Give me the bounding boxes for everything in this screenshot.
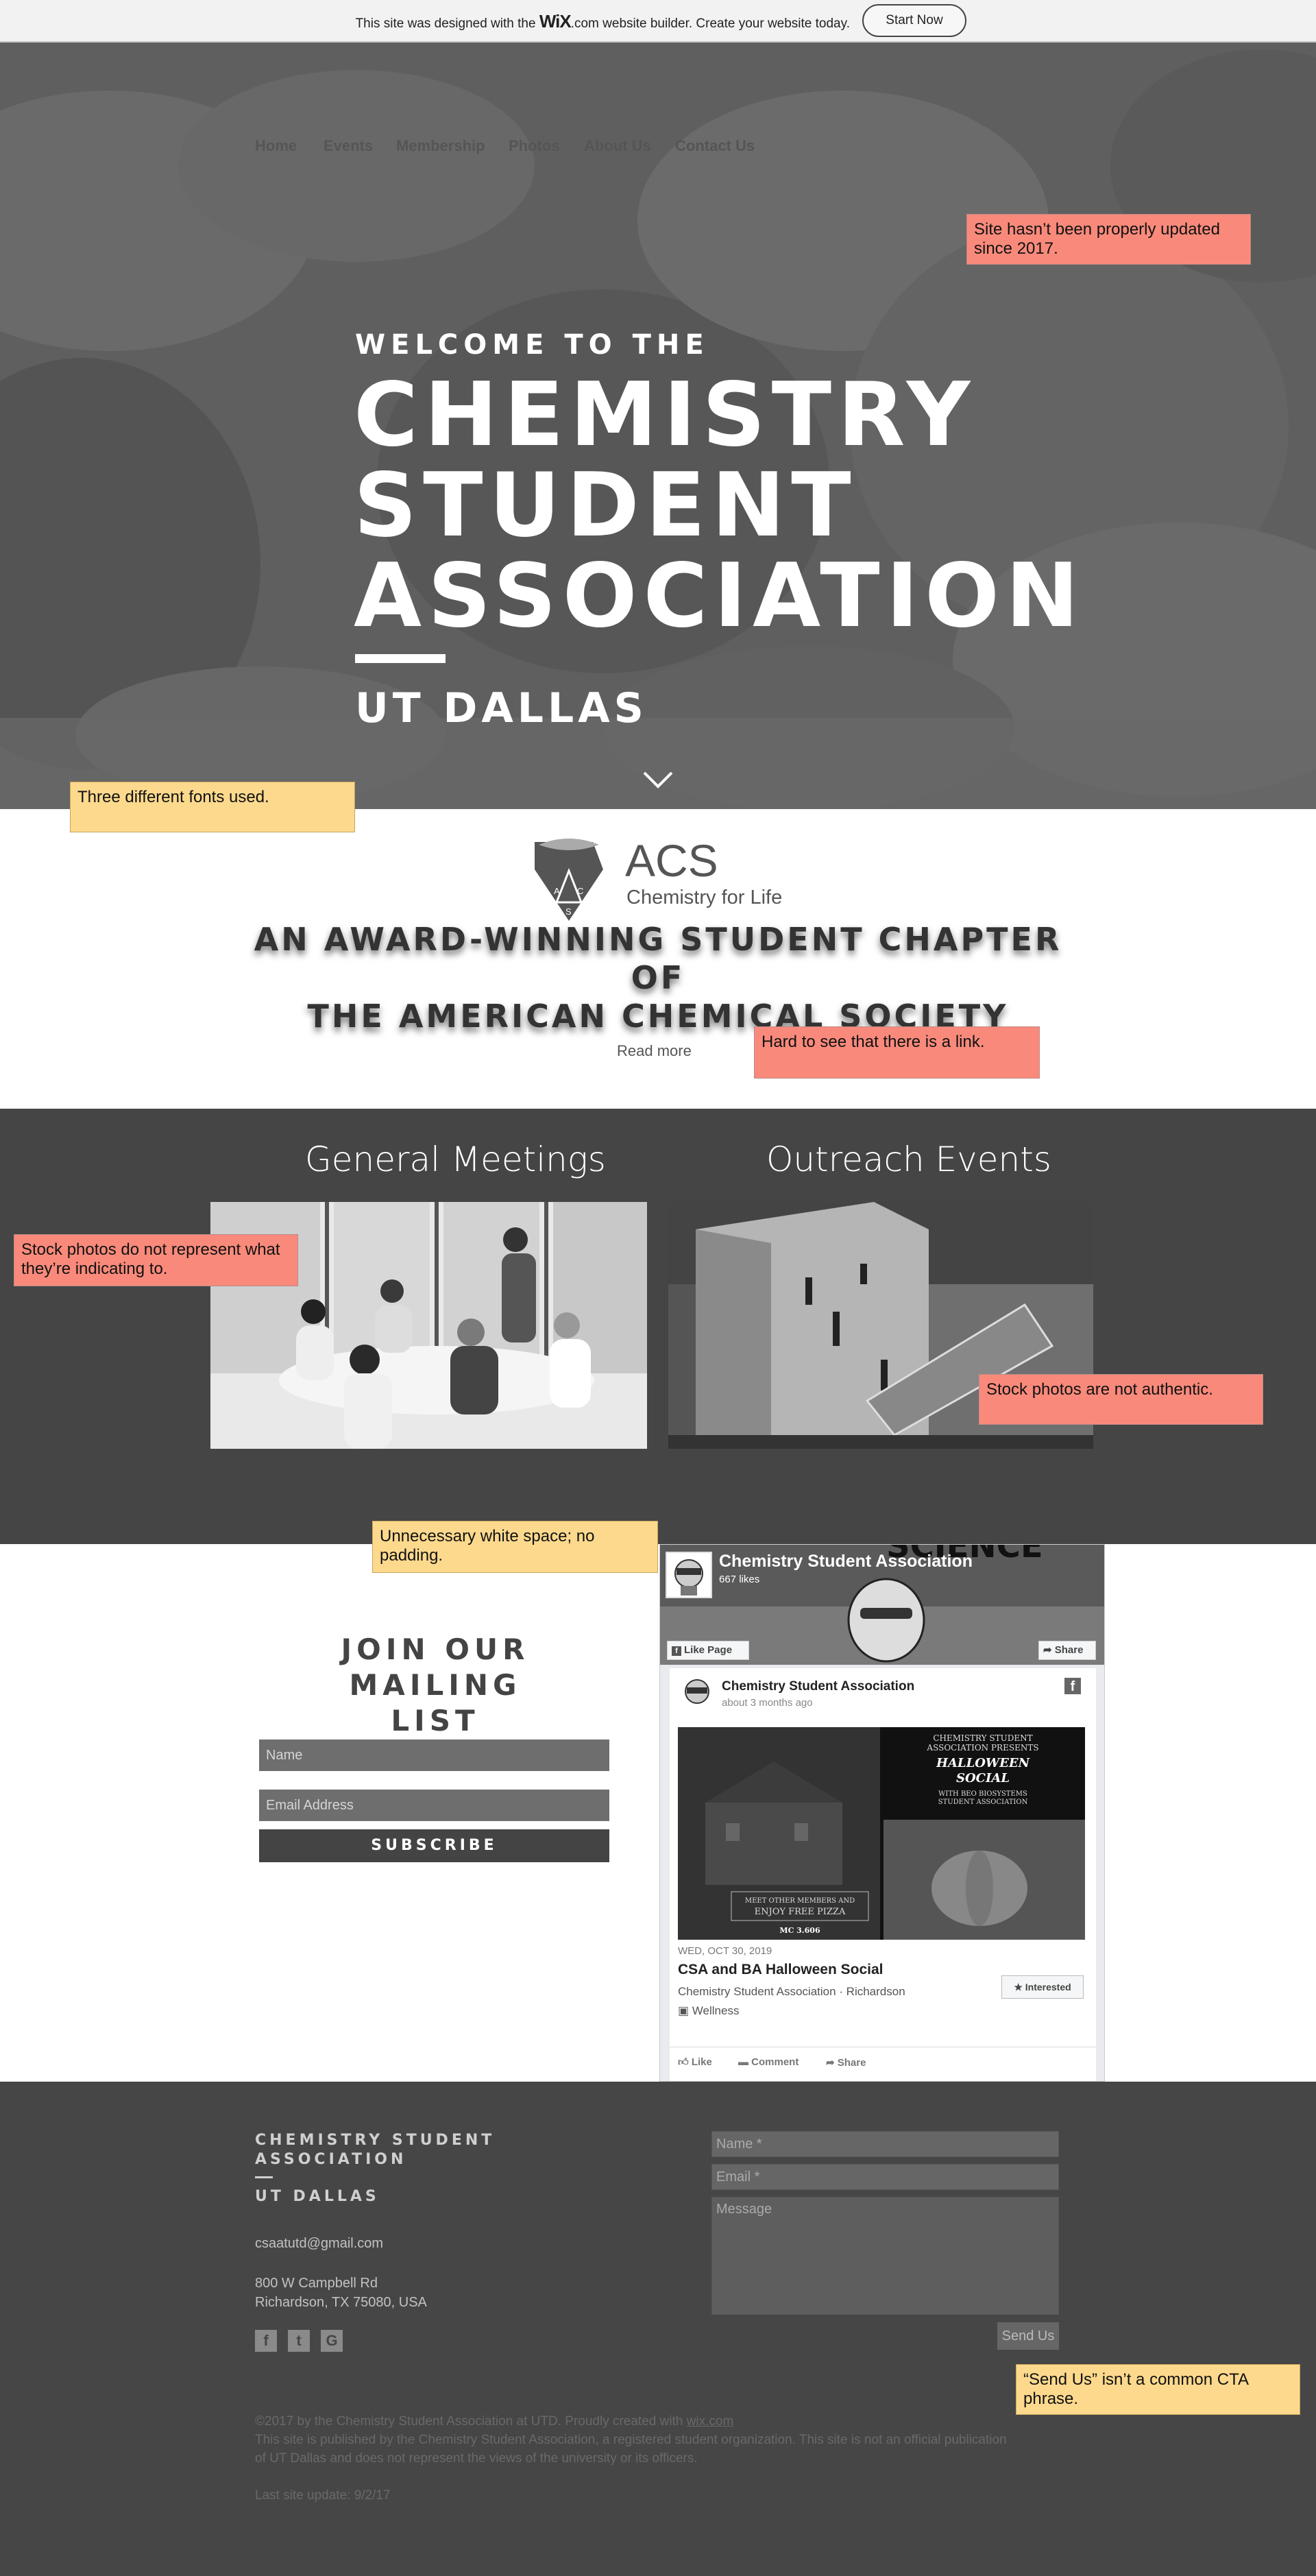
facebook-page-widget: SCIENCE Chemistry Student Association 66… — [659, 1544, 1105, 2082]
contact-name-input[interactable]: Name * — [711, 2131, 1059, 2157]
share-icon: ➦ — [826, 2057, 838, 2069]
title-divider — [355, 654, 446, 663]
start-now-button[interactable]: Start Now — [862, 4, 966, 37]
nav-contact-us[interactable]: Contact Us — [675, 137, 755, 155]
wix-link[interactable]: wix.com — [687, 2414, 734, 2429]
annotation-white-space: Unnecessary white space; no padding. — [372, 1521, 658, 1573]
category-icon: ▣ — [678, 2004, 692, 2017]
svg-text:A: A — [554, 886, 560, 896]
mailing-email-input[interactable]: Email Address — [259, 1790, 609, 1821]
svg-text:ASSOCIATION PRESENTS: ASSOCIATION PRESENTS — [926, 1743, 1038, 1753]
event-title[interactable]: CSA and BA Halloween Social — [678, 1962, 884, 1978]
post-timestamp[interactable]: about 3 months ago — [722, 1697, 813, 1709]
svg-text:C: C — [577, 886, 583, 896]
contact-email-input[interactable]: Email * — [711, 2164, 1059, 2190]
nav-photos[interactable]: Photos — [509, 137, 560, 155]
hero-welcome-text: WELCOME TO THE — [355, 329, 709, 361]
comment-icon: ▬ — [738, 2056, 752, 2068]
svg-text:WITH BEO BIOSYSTEMS: WITH BEO BIOSYSTEMS — [938, 1790, 1027, 1798]
thumbs-up-icon: 👍︎ — [678, 2056, 692, 2068]
svg-text:MC 3.606: MC 3.606 — [779, 1926, 820, 1935]
footer-address: 800 W Campbell Rd Richardson, TX 75080, U… — [255, 2276, 427, 2310]
svg-text:STUDENT ASSOCIATION: STUDENT ASSOCIATION — [938, 1798, 1028, 1806]
event-date: WED, OCT 30, 2019 — [678, 1945, 772, 1957]
footer-divider — [255, 2176, 273, 2178]
annotation-cta: “Send Us” isn’t a common CTA phrase. — [1016, 2364, 1300, 2415]
footer-subtitle: UT DALLAS — [255, 2188, 380, 2205]
outreach-events-heading: Outreach Events — [766, 1140, 1051, 1179]
svg-text:CHEMISTRY STUDENT: CHEMISTRY STUDENT — [933, 1733, 1032, 1743]
post-share-button[interactable]: ➦ Share — [826, 2056, 866, 2069]
acs-logo-tagline: Chemistry for Life — [626, 887, 782, 908]
star-icon: ★ — [1014, 1982, 1025, 1993]
facebook-icon[interactable]: f — [255, 2330, 277, 2352]
hero-title: CHEMISTRY STUDENT ASSOCIATION — [354, 364, 1086, 647]
acs-headline: AN AWARD-WINNING STUDENT CHAPTER OF THE A… — [254, 921, 1062, 1035]
footer-org-name: CHEMISTRY STUDENT ASSOCIATION — [255, 2132, 496, 2168]
facebook-likes-count: 667 likes — [719, 1574, 760, 1585]
nav-home[interactable]: Home — [255, 137, 297, 155]
facebook-icon[interactable]: f — [1064, 1678, 1081, 1694]
like-page-button[interactable]: f Like Page — [667, 1641, 749, 1660]
annotation-fonts: Three different fonts used. — [70, 782, 355, 832]
acs-logo: A C S ACS Chemistry for Life — [529, 835, 803, 928]
facebook-page-avatar[interactable] — [666, 1552, 712, 1598]
footer-email[interactable]: csaatutd@gmail.com — [255, 2234, 383, 2253]
interested-button[interactable]: ★ Interested — [1001, 1975, 1084, 1999]
share-page-button[interactable]: ➦ Share — [1038, 1641, 1096, 1660]
mailing-list-heading: JOIN OUR MAILING LIST — [341, 1633, 530, 1737]
svg-text:ENJOY FREE PIZZA: ENJOY FREE PIZZA — [755, 1907, 846, 1917]
footer-copyright: ©2017 by the Chemistry Student Associati… — [255, 2412, 1077, 2505]
contact-message-input[interactable]: Message — [711, 2197, 1059, 2315]
svg-text:HALLOWEEN: HALLOWEEN — [936, 1756, 1031, 1770]
read-more-link[interactable]: Read more — [617, 1042, 692, 1060]
chevron-down-icon[interactable] — [641, 769, 675, 793]
nav-about-us[interactable]: About Us — [584, 137, 651, 155]
acs-logo-name: ACS — [625, 835, 718, 886]
hero-subtitle: UT DALLAS — [355, 684, 648, 732]
last-update: Last site update: 9/2/17 — [255, 2488, 391, 2503]
event-category: ▣ Wellness — [678, 2004, 740, 2017]
mailing-name-input[interactable]: Name — [259, 1740, 609, 1771]
annotation-stock-photos-left: Stock photos do not represent what they’… — [14, 1234, 298, 1286]
post-author-name[interactable]: Chemistry Student Association — [722, 1679, 914, 1694]
general-meetings-heading: General Meetings — [305, 1140, 606, 1179]
facebook-page-name[interactable]: Chemistry Student Association — [719, 1552, 973, 1572]
annotation-not-updated: Site hasn’t been properly updated since … — [966, 214, 1251, 265]
send-us-button[interactable]: Send Us — [997, 2322, 1059, 2350]
nav-events[interactable]: Events — [324, 137, 373, 155]
svg-text:SOCIAL: SOCIAL — [956, 1771, 1010, 1785]
svg-text:S: S — [565, 906, 572, 917]
events-section — [0, 1109, 1316, 1544]
nav-membership[interactable]: Membership — [396, 137, 485, 155]
subscribe-button[interactable]: SUBSCRIBE — [259, 1829, 609, 1862]
post-author-avatar[interactable] — [679, 1675, 715, 1711]
twitter-icon[interactable]: t — [288, 2330, 310, 2352]
event-host: Chemistry Student Association · Richards… — [678, 1985, 905, 1998]
wix-logo: WiX — [539, 11, 572, 32]
post-comment-button[interactable]: ▬ Comment — [738, 2056, 799, 2068]
wix-promo-text: This site was designed with the WiX.com … — [355, 11, 850, 32]
share-icon: ➦ — [1043, 1644, 1055, 1656]
annotation-stock-photos-right: Stock photos are not authentic. — [979, 1374, 1263, 1425]
svg-text:MEET OTHER MEMBERS AND: MEET OTHER MEMBERS AND — [745, 1897, 855, 1905]
annotation-link: Hard to see that there is a link. — [754, 1026, 1040, 1079]
post-like-button[interactable]: 👍︎ Like — [678, 2056, 712, 2069]
facebook-icon: f — [672, 1646, 681, 1656]
event-flyer-image[interactable]: CHEMISTRY STUDENT ASSOCIATION PRESENTS H… — [678, 1727, 1085, 1940]
google-plus-icon[interactable]: G — [321, 2330, 343, 2352]
